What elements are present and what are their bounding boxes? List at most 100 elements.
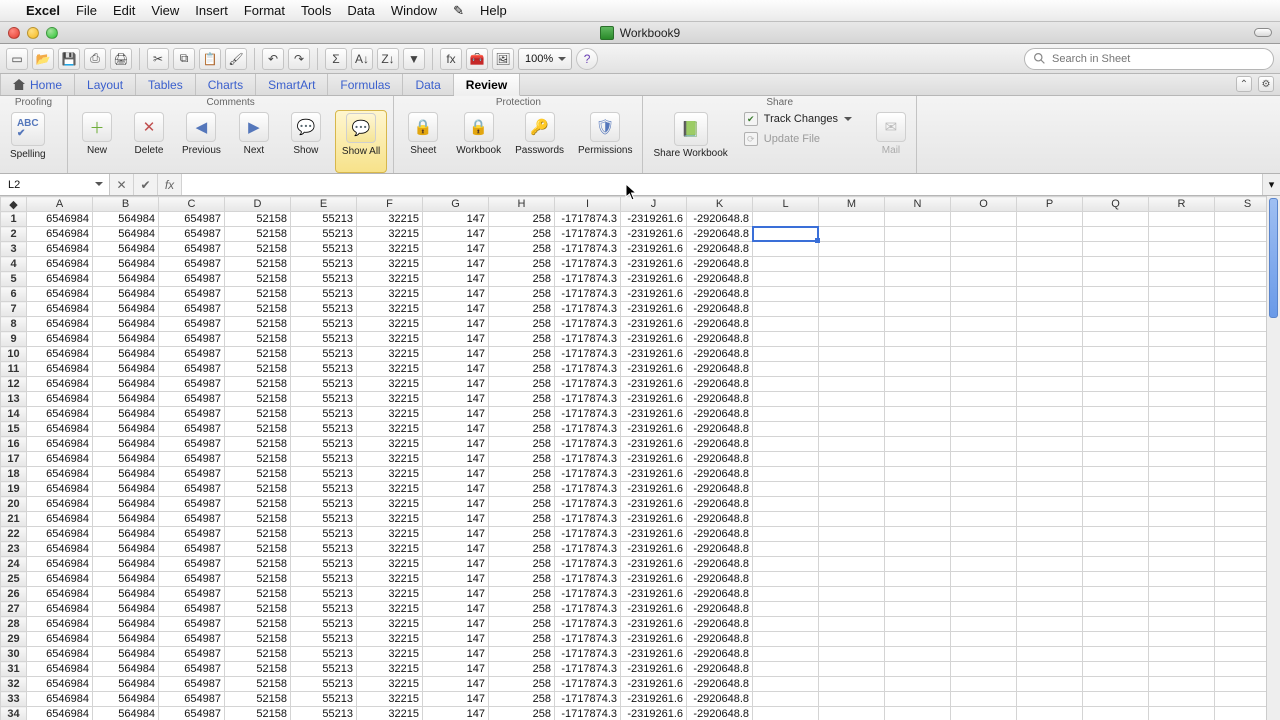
cell-J19[interactable]: -2319261.6 — [621, 482, 687, 497]
cell-K33[interactable]: -2920648.8 — [687, 692, 753, 707]
column-header-K[interactable]: K — [687, 197, 753, 212]
cell-N21[interactable] — [885, 512, 951, 527]
cell-L9[interactable] — [753, 332, 819, 347]
cell-F5[interactable]: 32215 — [357, 272, 423, 287]
tab-review[interactable]: Review — [454, 74, 520, 96]
cell-H13[interactable]: 258 — [489, 392, 555, 407]
cell-J34[interactable]: -2319261.6 — [621, 707, 687, 720]
column-header-P[interactable]: P — [1017, 197, 1083, 212]
cell-P15[interactable] — [1017, 422, 1083, 437]
cell-A12[interactable]: 6546984 — [27, 377, 93, 392]
cell-A32[interactable]: 6546984 — [27, 677, 93, 692]
cell-A20[interactable]: 6546984 — [27, 497, 93, 512]
cell-I30[interactable]: -1717874.3 — [555, 647, 621, 662]
cell-P5[interactable] — [1017, 272, 1083, 287]
column-header-I[interactable]: I — [555, 197, 621, 212]
cell-L31[interactable] — [753, 662, 819, 677]
cell-P4[interactable] — [1017, 257, 1083, 272]
cell-I16[interactable]: -1717874.3 — [555, 437, 621, 452]
cell-Q18[interactable] — [1083, 467, 1149, 482]
cell-K14[interactable]: -2920648.8 — [687, 407, 753, 422]
row-header-14[interactable]: 14 — [1, 407, 27, 422]
cell-C24[interactable]: 654987 — [159, 557, 225, 572]
cell-P23[interactable] — [1017, 542, 1083, 557]
cell-B5[interactable]: 564984 — [93, 272, 159, 287]
cell-E26[interactable]: 55213 — [291, 587, 357, 602]
cell-I26[interactable]: -1717874.3 — [555, 587, 621, 602]
cell-H12[interactable]: 258 — [489, 377, 555, 392]
cell-L19[interactable] — [753, 482, 819, 497]
cell-J3[interactable]: -2319261.6 — [621, 242, 687, 257]
cell-D23[interactable]: 52158 — [225, 542, 291, 557]
cell-G5[interactable]: 147 — [423, 272, 489, 287]
cell-O13[interactable] — [951, 392, 1017, 407]
cell-N18[interactable] — [885, 467, 951, 482]
cell-C31[interactable]: 654987 — [159, 662, 225, 677]
cell-K25[interactable]: -2920648.8 — [687, 572, 753, 587]
comment-next-button[interactable]: ▶Next — [231, 110, 277, 173]
vertical-scrollbar[interactable] — [1266, 196, 1280, 720]
cell-N23[interactable] — [885, 542, 951, 557]
cell-C14[interactable]: 654987 — [159, 407, 225, 422]
cell-H1[interactable]: 258 — [489, 212, 555, 227]
cell-E9[interactable]: 55213 — [291, 332, 357, 347]
cell-J2[interactable]: -2319261.6 — [621, 227, 687, 242]
cell-G18[interactable]: 147 — [423, 467, 489, 482]
cell-H18[interactable]: 258 — [489, 467, 555, 482]
cell-R28[interactable] — [1149, 617, 1215, 632]
cell-F24[interactable]: 32215 — [357, 557, 423, 572]
cell-L34[interactable] — [753, 707, 819, 720]
cell-O8[interactable] — [951, 317, 1017, 332]
cell-M10[interactable] — [819, 347, 885, 362]
cell-P7[interactable] — [1017, 302, 1083, 317]
toolbar-toggle-button[interactable] — [1254, 28, 1272, 37]
cell-J12[interactable]: -2319261.6 — [621, 377, 687, 392]
cell-G15[interactable]: 147 — [423, 422, 489, 437]
cell-K17[interactable]: -2920648.8 — [687, 452, 753, 467]
cell-M14[interactable] — [819, 407, 885, 422]
cell-P32[interactable] — [1017, 677, 1083, 692]
cell-C19[interactable]: 654987 — [159, 482, 225, 497]
row-header-5[interactable]: 5 — [1, 272, 27, 287]
cell-A19[interactable]: 6546984 — [27, 482, 93, 497]
cell-P29[interactable] — [1017, 632, 1083, 647]
cell-E4[interactable]: 55213 — [291, 257, 357, 272]
cell-I7[interactable]: -1717874.3 — [555, 302, 621, 317]
cell-F14[interactable]: 32215 — [357, 407, 423, 422]
cell-P8[interactable] — [1017, 317, 1083, 332]
cell-P16[interactable] — [1017, 437, 1083, 452]
row-header-30[interactable]: 30 — [1, 647, 27, 662]
cell-Q8[interactable] — [1083, 317, 1149, 332]
cell-E16[interactable]: 55213 — [291, 437, 357, 452]
cell-G16[interactable]: 147 — [423, 437, 489, 452]
cell-C26[interactable]: 654987 — [159, 587, 225, 602]
cell-O11[interactable] — [951, 362, 1017, 377]
cell-P17[interactable] — [1017, 452, 1083, 467]
cell-A26[interactable]: 6546984 — [27, 587, 93, 602]
cell-H6[interactable]: 258 — [489, 287, 555, 302]
format-painter-icon[interactable]: 🖌 — [225, 48, 247, 70]
cell-J26[interactable]: -2319261.6 — [621, 587, 687, 602]
cell-J18[interactable]: -2319261.6 — [621, 467, 687, 482]
cell-B33[interactable]: 564984 — [93, 692, 159, 707]
cell-C21[interactable]: 654987 — [159, 512, 225, 527]
cell-G32[interactable]: 147 — [423, 677, 489, 692]
cell-C34[interactable]: 654987 — [159, 707, 225, 720]
cell-J11[interactable]: -2319261.6 — [621, 362, 687, 377]
row-header-3[interactable]: 3 — [1, 242, 27, 257]
cell-L6[interactable] — [753, 287, 819, 302]
cell-O24[interactable] — [951, 557, 1017, 572]
cell-A28[interactable]: 6546984 — [27, 617, 93, 632]
cell-M18[interactable] — [819, 467, 885, 482]
cell-O16[interactable] — [951, 437, 1017, 452]
cell-P34[interactable] — [1017, 707, 1083, 720]
cell-O23[interactable] — [951, 542, 1017, 557]
cell-H7[interactable]: 258 — [489, 302, 555, 317]
cell-J29[interactable]: -2319261.6 — [621, 632, 687, 647]
cell-R19[interactable] — [1149, 482, 1215, 497]
cell-J25[interactable]: -2319261.6 — [621, 572, 687, 587]
cell-C7[interactable]: 654987 — [159, 302, 225, 317]
cell-I28[interactable]: -1717874.3 — [555, 617, 621, 632]
cell-F30[interactable]: 32215 — [357, 647, 423, 662]
cell-R21[interactable] — [1149, 512, 1215, 527]
